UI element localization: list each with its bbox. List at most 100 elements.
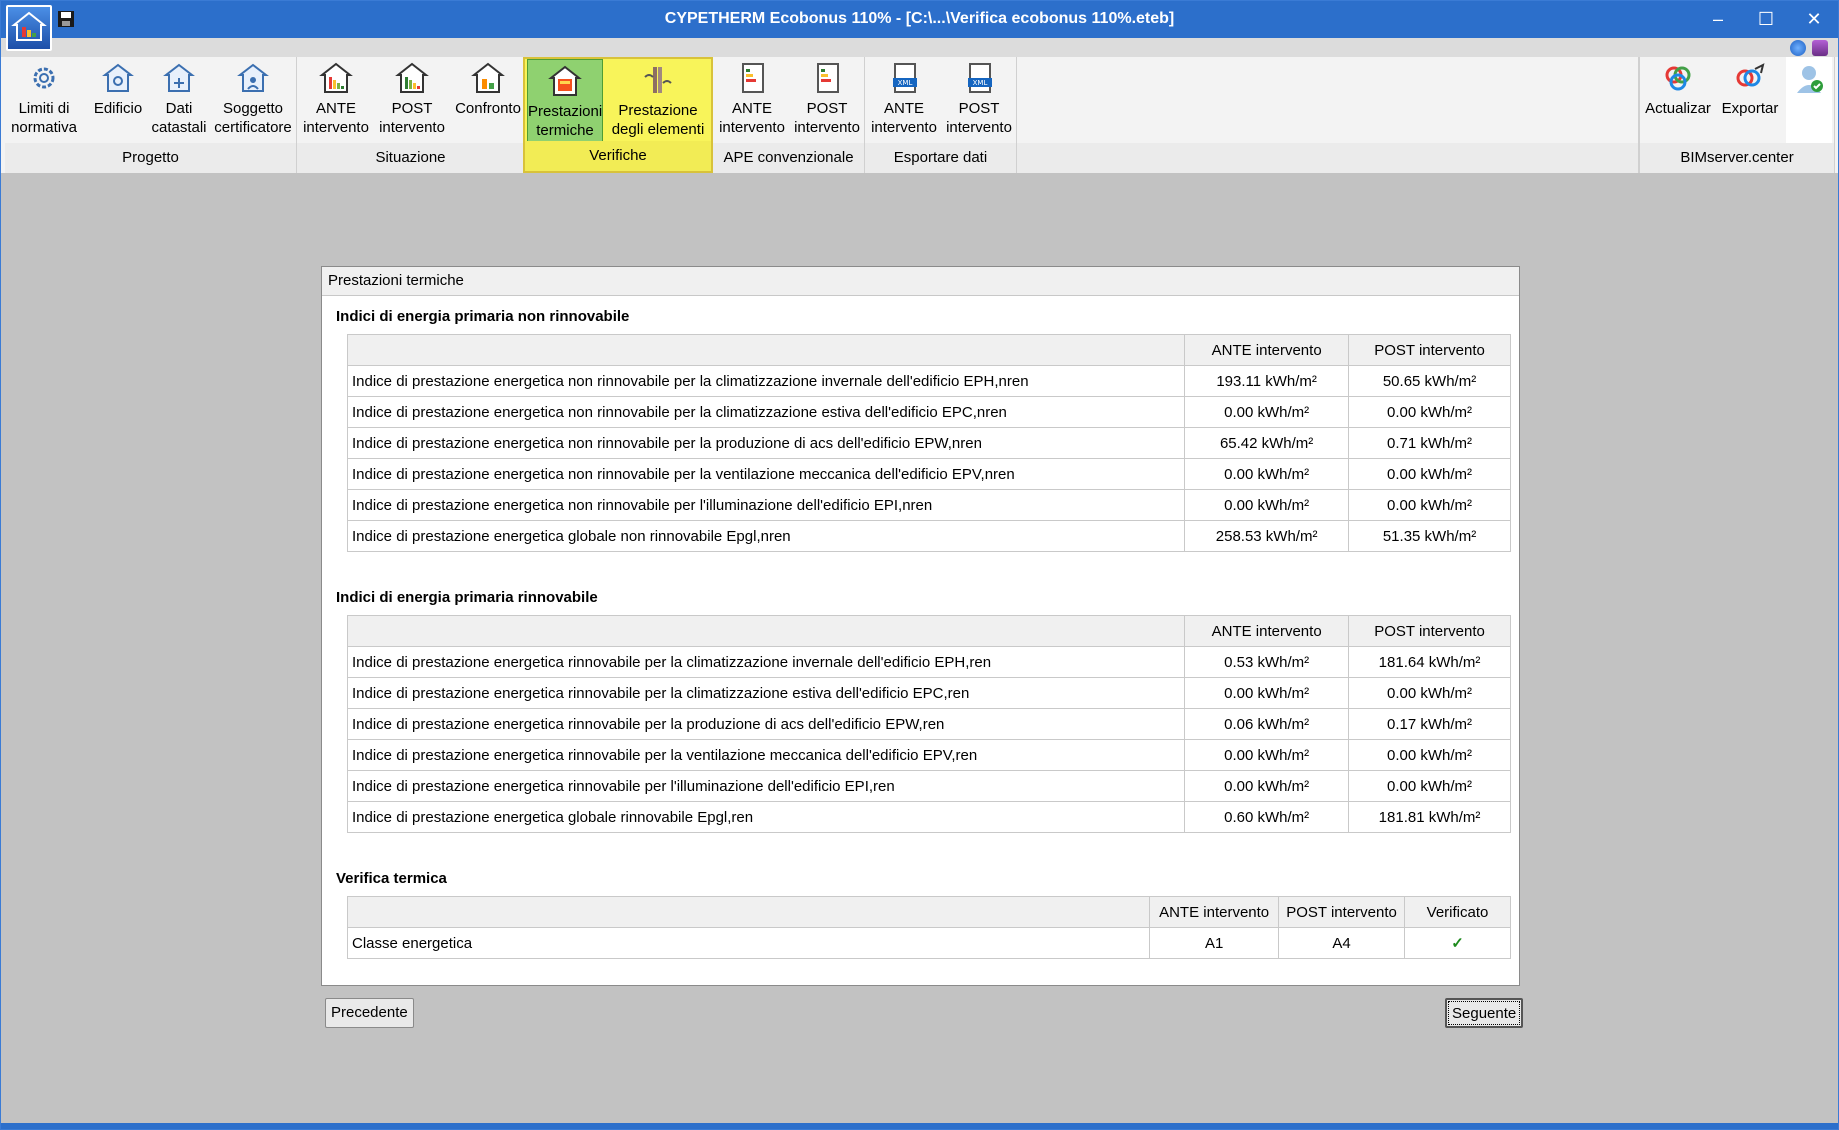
soggetto-certificatore-button[interactable]: Soggetto certificatore: [209, 57, 297, 143]
ante-value: 0.00 kWh/m²: [1184, 739, 1350, 771]
prestazione-elementi-button[interactable]: Prestazione degli elementi: [605, 59, 711, 145]
ribbon-group-bimserver: Actualizar Exportar BIMserver.center: [1639, 57, 1835, 173]
ribbon-group-ape: ANTE intervento POST intervento APE conv…: [713, 57, 865, 173]
post-value: 181.64 kWh/m²: [1348, 646, 1511, 678]
post-value: 0.17 kWh/m²: [1348, 708, 1511, 740]
post-value: 51.35 kWh/m²: [1348, 520, 1511, 552]
actualizar-button[interactable]: Actualizar: [1640, 57, 1716, 143]
ape-ante-button[interactable]: ANTE intervento: [715, 57, 789, 143]
header-post: POST intervento: [1278, 896, 1406, 928]
post-value: 0.00 kWh/m²: [1348, 458, 1511, 490]
row-label: Indice di prestazione energetica globale…: [346, 520, 1186, 552]
post-value: 0.00 kWh/m²: [1348, 739, 1511, 771]
table-row[interactable]: Indice di prestazione energetica non rin…: [346, 458, 1511, 490]
edificio-button[interactable]: Edificio: [85, 57, 151, 143]
table-row[interactable]: Indice di prestazione energetica non rin…: [346, 365, 1511, 397]
window-title: CYPETHERM Ecobonus 110% - [C:\...\Verifi…: [664, 10, 1175, 27]
section-title-ren: Indici di energia primaria rinnovabile: [336, 589, 598, 606]
ante-class: A1: [1149, 927, 1280, 959]
gear-icon: [27, 61, 61, 95]
header-post: POST intervento: [1348, 615, 1511, 647]
next-button[interactable]: Seguente: [1445, 998, 1524, 1028]
previous-button[interactable]: Precedente: [325, 998, 414, 1028]
compare-icon: [471, 61, 505, 95]
table-row[interactable]: Indice di prestazione energetica rinnova…: [346, 770, 1511, 802]
table-row[interactable]: Indice di prestazione energetica non rin…: [346, 489, 1511, 521]
post-value: 0.71 kWh/m²: [1348, 427, 1511, 459]
ante-value: 0.60 kWh/m²: [1184, 801, 1350, 833]
svg-text:XML: XML: [898, 79, 913, 87]
table-row[interactable]: Indice di prestazione energetica non rin…: [346, 396, 1511, 428]
limiti-normativa-button[interactable]: Limiti di normativa: [5, 57, 83, 143]
header-ante: ANTE intervento: [1149, 896, 1280, 928]
row-label: Indice di prestazione energetica non rin…: [346, 458, 1186, 490]
prestazioni-termiche-button[interactable]: Prestazioni termiche: [527, 59, 603, 145]
maximize-button[interactable]: ☐: [1742, 1, 1790, 38]
row-label: Indice di prestazione energetica globale…: [346, 801, 1186, 833]
row-label: Indice di prestazione energetica non rin…: [346, 396, 1186, 428]
group-label-bimserver: BIMserver.center: [1640, 143, 1834, 173]
thermal-performance-icon: [548, 64, 582, 98]
help-icons: [1790, 38, 1828, 57]
prestazioni-termiche-panel: Prestazioni termiche Indici di energia p…: [321, 266, 1520, 986]
certifier-icon: [236, 61, 270, 95]
ante-value: 193.11 kWh/m²: [1184, 365, 1350, 397]
ape-post-button[interactable]: POST intervento: [789, 57, 865, 143]
row-label: Indice di prestazione energetica rinnova…: [346, 770, 1186, 802]
ante-value: 0.53 kWh/m²: [1184, 646, 1350, 678]
globe-icon[interactable]: [1790, 39, 1806, 56]
book-icon[interactable]: [1812, 39, 1828, 56]
minimize-button[interactable]: –: [1694, 1, 1742, 38]
ante-value: 0.00 kWh/m²: [1184, 489, 1350, 521]
table-ren: ANTE intervento POST intervento Indice d…: [346, 615, 1511, 833]
table-row[interactable]: Indice di prestazione energetica rinnova…: [346, 677, 1511, 709]
close-button[interactable]: ✕: [1790, 1, 1838, 38]
document-icon: [810, 61, 844, 95]
dati-catastali-button[interactable]: Dati catastali: [151, 57, 207, 143]
table-row[interactable]: Indice di prestazione energetica globale…: [346, 801, 1511, 833]
group-label-progetto: Progetto: [5, 143, 296, 173]
post-value: 0.00 kWh/m²: [1348, 489, 1511, 521]
row-label: Indice di prestazione energetica non rin…: [346, 365, 1186, 397]
situazione-ante-button[interactable]: ANTE intervento: [299, 57, 373, 143]
table-row[interactable]: Indice di prestazione energetica rinnova…: [346, 708, 1511, 740]
export-post-button[interactable]: XML POST intervento: [941, 57, 1017, 143]
table-row[interactable]: Indice di prestazione energetica non rin…: [346, 427, 1511, 459]
user-account-button[interactable]: [1786, 57, 1832, 143]
app-logo-icon[interactable]: [6, 5, 52, 51]
row-label: Indice di prestazione energetica non rin…: [346, 489, 1186, 521]
row-label: Indice di prestazione energetica rinnova…: [346, 677, 1186, 709]
title-bar: CYPETHERM Ecobonus 110% - [C:\...\Verifi…: [1, 1, 1838, 38]
building-icon: [101, 61, 135, 95]
quick-access-strip: [1, 38, 1838, 57]
check-icon: ✓: [1404, 927, 1511, 959]
post-value: 0.00 kWh/m²: [1348, 677, 1511, 709]
ribbon-group-esportare: XML ANTE intervento XML POST intervento …: [865, 57, 1017, 173]
group-label-esportare: Esportare dati: [865, 143, 1016, 173]
header-cell: [346, 615, 1186, 647]
svg-text:XML: XML: [973, 79, 988, 87]
group-label-situazione: Situazione: [297, 143, 524, 173]
row-label: Indice di prestazione energetica rinnova…: [346, 646, 1186, 678]
exportar-button[interactable]: Exportar: [1716, 57, 1784, 143]
section-title-nren: Indici di energia primaria non rinnovabi…: [336, 308, 630, 325]
confronto-button[interactable]: Confronto: [451, 57, 525, 143]
post-value: 0.00 kWh/m²: [1348, 396, 1511, 428]
table-row[interactable]: Indice di prestazione energetica rinnova…: [346, 739, 1511, 771]
table-row[interactable]: Classe energetica A1 A4 ✓: [346, 927, 1511, 959]
export-ante-button[interactable]: XML ANTE intervento: [867, 57, 941, 143]
building-data-icon: [162, 61, 196, 95]
ribbon-group-verifiche: Prestazioni termiche Prestazione degli e…: [523, 57, 713, 173]
table-row[interactable]: Indice di prestazione energetica globale…: [346, 520, 1511, 552]
situazione-post-button[interactable]: POST intervento: [375, 57, 449, 143]
section-title-verifica: Verifica termica: [336, 870, 447, 887]
ribbon-group-situazione: ANTE intervento POST intervento Confront…: [297, 57, 525, 173]
table-row[interactable]: Indice di prestazione energetica rinnova…: [346, 646, 1511, 678]
header-ante: ANTE intervento: [1184, 334, 1350, 366]
post-class: A4: [1278, 927, 1406, 959]
sync-icon: [1661, 61, 1695, 95]
post-value: 50.65 kWh/m²: [1348, 365, 1511, 397]
ante-value: 0.00 kWh/m²: [1184, 677, 1350, 709]
xml-file-icon: XML: [962, 61, 996, 95]
table-verifica: ANTE intervento POST intervento Verifica…: [346, 896, 1511, 959]
